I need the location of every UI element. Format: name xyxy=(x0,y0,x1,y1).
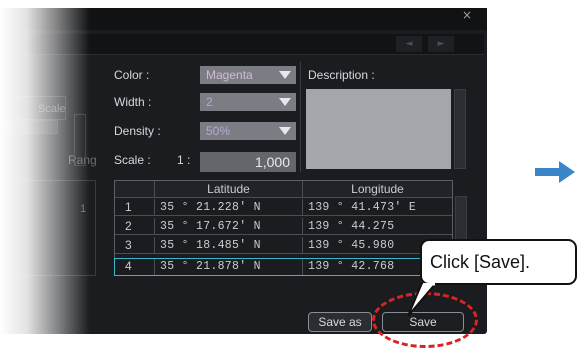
color-value: Magenta xyxy=(206,68,253,82)
table-row-lat[interactable]: 35 ° 21.228' N xyxy=(155,199,303,216)
instruction-callout: Click [Save]. xyxy=(420,239,577,285)
chevron-down-icon xyxy=(279,98,291,106)
table-header-longitude: Longitude xyxy=(303,181,452,198)
save-as-button[interactable]: Save as xyxy=(308,312,372,332)
left-ghost-scale: Scale xyxy=(38,103,66,115)
next-arrow-icon[interactable]: ► xyxy=(428,36,454,52)
color-label: Color : xyxy=(114,68,150,82)
chevron-down-icon xyxy=(279,71,291,79)
color-dropdown[interactable]: Magenta xyxy=(200,66,296,84)
density-value: 50% xyxy=(206,124,231,138)
table-row-lat[interactable]: 35 ° 17.672' N xyxy=(155,218,303,235)
density-dropdown[interactable]: 50% xyxy=(200,122,296,140)
description-label: Description : xyxy=(308,68,375,82)
table-row-lat[interactable]: 35 ° 18.485' N xyxy=(155,237,303,254)
title-bar xyxy=(0,8,487,30)
callout-pointer xyxy=(407,283,438,317)
table-header-latitude: Latitude xyxy=(155,181,303,198)
table-header-num xyxy=(115,181,155,198)
left-ghost-scrollbar xyxy=(74,114,86,166)
scale-input[interactable]: 1,000 xyxy=(200,152,296,172)
vertical-divider xyxy=(300,62,301,172)
table-row-num: 1 xyxy=(115,199,155,216)
width-label: Width : xyxy=(114,95,152,109)
arrow-right-icon xyxy=(535,161,575,183)
chevron-down-icon xyxy=(279,127,291,135)
description-scrollbar[interactable] xyxy=(454,89,466,169)
close-icon[interactable]: × xyxy=(462,8,472,22)
scale-label: Scale : xyxy=(114,153,151,167)
width-dropdown[interactable]: 2 xyxy=(200,93,296,111)
width-value: 2 xyxy=(206,95,213,109)
density-label: Density : xyxy=(114,124,161,138)
table-row-lon[interactable]: 139 ° 44.275 xyxy=(303,218,452,235)
left-ghost-table xyxy=(0,180,96,276)
prev-arrow-icon[interactable]: ◄ xyxy=(396,36,422,52)
scale-prefix: 1 : xyxy=(177,153,191,167)
table-row-lon[interactable]: 139 ° 41.473' E xyxy=(303,199,452,216)
table-row-num: 3 xyxy=(115,237,155,254)
left-ghost-row: 1 xyxy=(80,203,87,215)
table-row-num: 2 xyxy=(115,218,155,235)
left-ghost-dropdown xyxy=(0,120,58,134)
description-textarea[interactable] xyxy=(306,89,451,169)
selected-row-highlight xyxy=(114,258,453,276)
